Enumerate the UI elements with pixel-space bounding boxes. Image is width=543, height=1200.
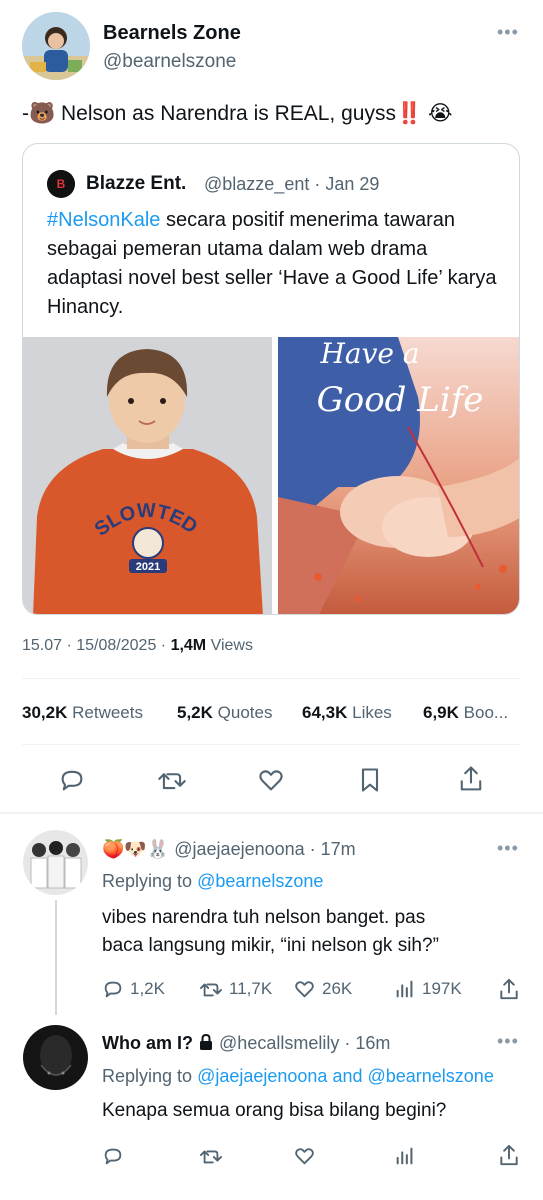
reply1-header: 🍑🐶🐰 @jaejaejenoona · 17m	[102, 839, 356, 860]
reply1-avatar-image	[23, 830, 88, 895]
retweets-stat[interactable]: 30,2K Retweets	[22, 703, 143, 722]
quoted-author-avatar: B	[47, 170, 75, 198]
reply1-emoji-name[interactable]: 🍑🐶🐰	[102, 839, 169, 859]
author-handle[interactable]: @bearnelszone	[103, 51, 236, 73]
reply2-replying-to: Replying to @jaejaejenoona and @bearnels…	[102, 1066, 494, 1087]
reply1-avatar[interactable]	[23, 830, 88, 895]
reply1-analytics-icon	[396, 980, 413, 998]
reply2-replying-prefix: Replying to	[102, 1066, 198, 1086]
reply2-avatar[interactable]	[23, 1025, 88, 1090]
divider-2	[22, 744, 521, 745]
tweet-timestamp: 15.07 · 15/08/2025 · 1,4M Views	[22, 637, 253, 655]
reply1-handle[interactable]: @jaejaejenoona	[174, 839, 304, 859]
reply1-more-icon[interactable]: •••	[497, 838, 519, 859]
likes-count: 64,3K	[302, 703, 348, 722]
quoted-author-name: Blazze Ent.	[86, 173, 187, 194]
share-icon[interactable]	[457, 764, 485, 794]
reply2-reply-icon[interactable]	[102, 1145, 124, 1167]
reply1-replying-prefix: Replying to	[102, 871, 198, 891]
reply1-views-count: 197K	[422, 979, 462, 998]
reply2-mention-link[interactable]: @jaejaejenoona and @bearnelszone	[197, 1066, 494, 1086]
quotes-label: Quotes	[217, 703, 273, 722]
reply2-name[interactable]: Who am I?	[102, 1033, 193, 1053]
quoted-tweet-card[interactable]: B Blazze Ent. @blazze_ent · Jan 29 #Nels…	[22, 143, 520, 615]
reply1-replying-to: Replying to @bearnelszone	[102, 871, 323, 892]
reply1-text-line1: vibes narendra tuh nelson banget. pas	[102, 907, 426, 928]
divider-1	[22, 678, 521, 679]
reply1-actions: 1,2K	[102, 978, 165, 1000]
reply1-reply-icon	[104, 981, 122, 998]
reply2-retweet-icon[interactable]	[199, 1145, 223, 1167]
reply2-handle[interactable]: @hecallsmelily	[219, 1033, 339, 1053]
retweets-count: 30,2K	[22, 703, 68, 722]
cover-title-line2: Good Life	[317, 380, 484, 420]
svg-text:B: B	[57, 177, 66, 191]
retweets-label: Retweets	[72, 703, 143, 722]
reply2-header: Who am I? @hecallsmelily · 16m	[102, 1033, 390, 1056]
author-avatar[interactable]	[22, 12, 90, 80]
author-name[interactable]: Bearnels Zone	[103, 22, 241, 45]
reply1-text: vibes narendra tuh nelson banget. pas ba…	[102, 904, 439, 960]
thread-line	[55, 900, 57, 1015]
lock-icon	[198, 1033, 214, 1056]
quoted-text: #NelsonKale secara positif menerima tawa…	[47, 206, 507, 322]
like-icon[interactable]	[257, 766, 285, 794]
divider-3	[0, 812, 543, 814]
author-avatar-image	[22, 12, 90, 80]
quotes-count: 5,2K	[177, 703, 213, 722]
reply1-like-icon	[295, 981, 314, 998]
reply1-views-action[interactable]: 197K	[394, 978, 462, 1000]
quotes-stat[interactable]: 5,2K Quotes	[177, 703, 272, 723]
reply1-replies-count: 1,2K	[130, 979, 165, 998]
views-label: Views	[206, 637, 253, 654]
reply2-like-icon[interactable]	[293, 1145, 316, 1167]
views-count: 1,4M	[170, 637, 207, 654]
hashtag-link[interactable]: #NelsonKale	[47, 209, 160, 231]
cover-title-line1: Have a	[319, 337, 419, 370]
reply-icon[interactable]	[58, 766, 86, 794]
reply2-analytics-icon[interactable]	[394, 1145, 416, 1167]
reply1-text-line2: baca langsung mikir, “ini nelson gk sih?…	[102, 935, 439, 956]
more-options-icon[interactable]: •••	[497, 22, 519, 43]
reply1-retweet-icon	[200, 983, 222, 997]
reply2-time: · 16m	[339, 1033, 391, 1053]
reply1-likes-count: 26K	[322, 979, 353, 998]
sweater-year-text: 2021	[136, 561, 160, 573]
bookmarks-label: Boo...	[463, 703, 509, 722]
blazze-logo-icon: B	[47, 170, 75, 198]
tweet-stats-row: 30,2K Retweets	[22, 703, 143, 723]
reply1-reply-action[interactable]: 1,2K	[102, 978, 165, 1000]
likes-label: Likes	[352, 703, 392, 722]
bookmarks-stat[interactable]: 6,9K Boo...	[423, 703, 508, 723]
bookmark-icon[interactable]	[357, 766, 383, 794]
reply1-time: · 17m	[304, 839, 356, 859]
bookmarks-count: 6,9K	[423, 703, 459, 722]
photo-book-cover[interactable]: Have a Good Life	[278, 337, 519, 614]
reply1-share-icon[interactable]	[497, 977, 521, 1002]
timestamp-text: 15.07 · 15/08/2025 ·	[22, 637, 171, 654]
person-photo-image: SLOWTEDDY 2021	[23, 337, 272, 614]
book-cover-image: Have a Good Life	[278, 337, 519, 614]
reply2-avatar-image	[23, 1025, 88, 1090]
reply1-retweets-count: 11,7K	[229, 979, 273, 998]
photo-nelson[interactable]: SLOWTEDDY 2021	[23, 337, 272, 614]
quoted-meta: @blazze_ent · Jan 29	[204, 174, 380, 194]
reply2-text: Kenapa semua orang bisa bilang begini?	[102, 1100, 447, 1121]
retweet-icon[interactable]	[157, 766, 187, 794]
reply1-like-action[interactable]: 26K	[293, 978, 352, 1000]
reply1-retweet-action[interactable]: 11,7K	[199, 978, 272, 1000]
reply1-mention-link[interactable]: @bearnelszone	[197, 871, 323, 891]
likes-stat[interactable]: 64,3K Likes	[302, 703, 392, 723]
reply2-more-icon[interactable]: •••	[497, 1031, 519, 1052]
tweet-text: -🐻 Nelson as Narendra is REAL, guyss‼️ 😭	[22, 102, 453, 125]
reply2-share-icon[interactable]	[497, 1143, 521, 1168]
